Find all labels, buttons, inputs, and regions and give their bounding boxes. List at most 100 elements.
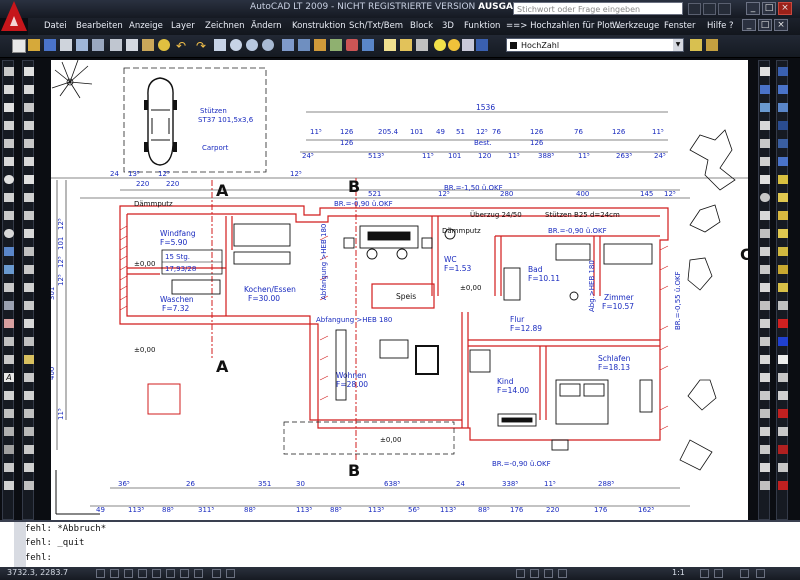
point-icon[interactable] [4, 283, 14, 292]
view-icon-13[interactable] [778, 283, 788, 292]
lengthen-icon[interactable] [24, 229, 34, 238]
snap-icon-a[interactable] [760, 373, 770, 382]
explode-icon[interactable] [24, 355, 34, 364]
clean-screen-icon[interactable] [756, 569, 765, 578]
snap-none-icon[interactable] [760, 337, 770, 346]
doc-minimize-button[interactable]: _ [742, 19, 756, 31]
paste-icon[interactable] [142, 39, 154, 51]
snap-intersection-icon[interactable] [760, 139, 770, 148]
snap-icon-g[interactable] [760, 481, 770, 490]
snap-endpoint-icon[interactable] [760, 103, 770, 112]
view-icon-14[interactable] [778, 301, 788, 310]
menu-layer[interactable]: Layer [171, 21, 195, 31]
view-icon-7[interactable] [778, 175, 788, 184]
quickcalc-icon[interactable] [362, 39, 374, 51]
line-icon[interactable] [4, 67, 14, 76]
menu-bearbeiten[interactable]: Bearbeiten [76, 21, 123, 31]
snap-center-icon[interactable] [760, 193, 770, 202]
snap-parallel-icon[interactable] [760, 265, 770, 274]
design-center-icon[interactable] [298, 39, 310, 51]
array-icon[interactable] [24, 139, 34, 148]
table-icon[interactable] [4, 355, 14, 364]
copy-icon[interactable] [126, 39, 138, 51]
hatch-icon[interactable] [4, 301, 14, 310]
gradient-icon[interactable] [4, 319, 14, 328]
print-icon[interactable] [60, 39, 72, 51]
menu-fenster[interactable]: Fenster [664, 21, 696, 31]
donut-icon[interactable] [4, 409, 14, 418]
polyline-icon[interactable] [4, 103, 14, 112]
sketch-icon[interactable] [4, 427, 14, 436]
layer-dropdown[interactable]: HochZahl ▼ [506, 38, 684, 52]
chamfer-icon[interactable] [24, 319, 34, 328]
view-icon-1[interactable] [778, 67, 788, 76]
helix-icon[interactable] [4, 445, 14, 454]
polar-toggle-icon[interactable] [138, 569, 147, 578]
search-input[interactable]: Stichwort oder Frage eingeben [513, 2, 683, 15]
color-square-icon[interactable] [476, 39, 488, 51]
scale-icon[interactable] [24, 193, 34, 202]
view-icon-5[interactable] [778, 139, 788, 148]
arc-icon[interactable] [4, 157, 14, 166]
publish-icon[interactable] [92, 39, 104, 51]
view-icon-16[interactable] [778, 391, 788, 400]
view-icon-21[interactable] [778, 481, 788, 490]
osnap-toggle-icon[interactable] [152, 569, 161, 578]
boundary-icon[interactable] [4, 481, 14, 490]
maximize-button[interactable]: □ [762, 2, 776, 15]
make-block-icon[interactable] [4, 265, 14, 274]
view-icon-8[interactable] [778, 193, 788, 202]
doc-close-button[interactable]: × [774, 19, 788, 31]
stretch-icon[interactable] [24, 211, 34, 220]
rotate-icon[interactable] [24, 175, 34, 184]
close-button[interactable]: × [778, 2, 792, 15]
pan-status-icon[interactable] [516, 569, 525, 578]
lineweight-toggle-icon[interactable] [180, 569, 189, 578]
zoom-window-icon[interactable] [246, 39, 258, 51]
layer-previous-icon[interactable] [400, 39, 412, 51]
snap-icon-c[interactable] [760, 409, 770, 418]
chevron-down-icon[interactable]: ▼ [673, 39, 683, 51]
snap-icon-d[interactable] [760, 427, 770, 436]
angular-dim-icon[interactable] [24, 445, 34, 454]
view-icon-3[interactable] [778, 103, 788, 112]
cut-icon[interactable] [110, 39, 122, 51]
red-color-icon[interactable] [778, 319, 788, 328]
radius-dim-icon[interactable] [24, 427, 34, 436]
help-icon[interactable] [416, 39, 428, 51]
command-line[interactable]: Befehl: *Abbruch* Befehl: _quit Befehl: [0, 520, 800, 569]
match-properties-icon[interactable] [158, 39, 170, 51]
construction-line-icon[interactable] [4, 85, 14, 94]
menu-werkzeuge[interactable]: Werkzeuge [612, 21, 659, 31]
properties-icon[interactable] [282, 39, 294, 51]
showmotion-icon[interactable] [558, 569, 567, 578]
menu-hochzahlen[interactable]: ==> Hochzahlen für Plot... [506, 21, 621, 31]
leader-icon[interactable] [24, 463, 34, 472]
menu-funktion[interactable]: Funktion [464, 21, 500, 31]
star-icon[interactable] [718, 3, 731, 15]
solid-icon[interactable] [4, 463, 14, 472]
binoculars-icon[interactable] [688, 3, 701, 15]
make-current-layer-icon[interactable] [690, 39, 702, 51]
info-center-icon[interactable] [703, 3, 716, 15]
blue-color-icon[interactable] [778, 337, 788, 346]
view-icon-2[interactable] [778, 85, 788, 94]
snap-extension-icon[interactable] [760, 175, 770, 184]
snap-icon-f[interactable] [760, 463, 770, 472]
lock-status-icon[interactable] [740, 569, 749, 578]
steeringwheel-icon[interactable] [544, 569, 553, 578]
print-preview-icon[interactable] [76, 39, 88, 51]
view-icon-19[interactable] [778, 445, 788, 454]
annotation-visibility-icon[interactable] [700, 569, 709, 578]
command-scrollbar[interactable] [14, 522, 26, 569]
snap-toggle-icon[interactable] [96, 569, 105, 578]
menu-zeichnen[interactable]: Zeichnen [205, 21, 244, 31]
copy-object-icon[interactable] [24, 85, 34, 94]
menu-aendern[interactable]: Ändern [251, 21, 282, 31]
open-folder-icon[interactable] [28, 39, 40, 51]
region-icon[interactable] [4, 337, 14, 346]
sheet-set-icon[interactable] [330, 39, 342, 51]
insert-block-icon[interactable] [4, 247, 14, 256]
snap-quadrant-icon[interactable] [760, 211, 770, 220]
osnap-settings-icon[interactable] [760, 355, 770, 364]
